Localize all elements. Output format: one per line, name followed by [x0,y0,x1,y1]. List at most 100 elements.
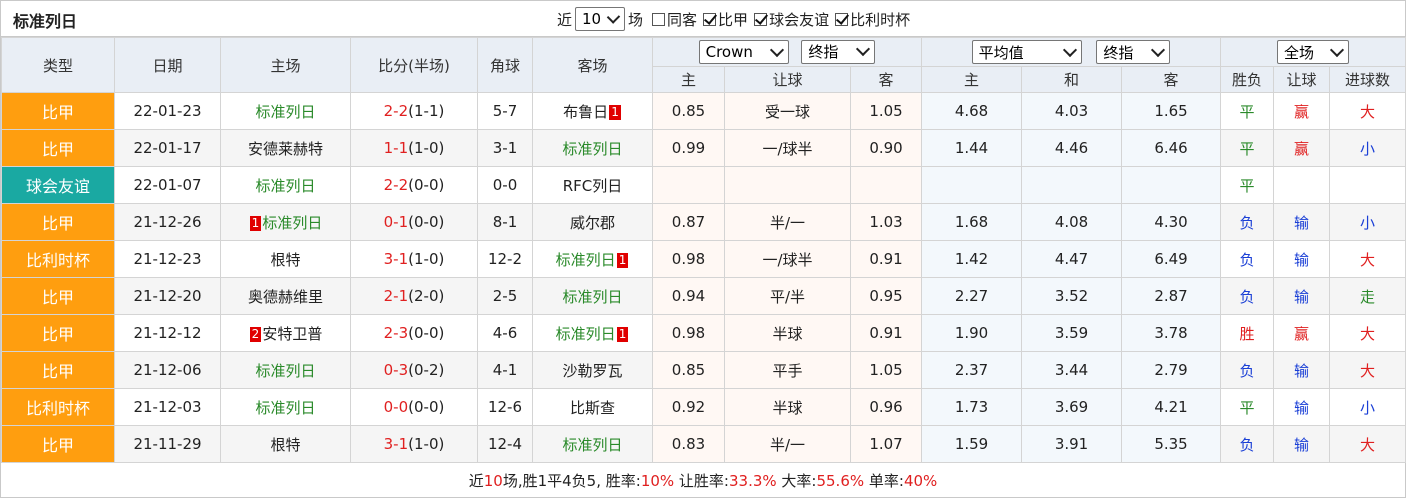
league-cell[interactable]: 比甲 [1,92,115,130]
score-link[interactable]: 2-2 [384,176,409,194]
result-wl-cell: 平 [1220,166,1275,204]
odds-away-cell: 0.91 [849,314,923,352]
avg-select[interactable]: 平均值 [971,40,1082,64]
odds-type-value: 终指 [808,43,839,62]
score-link[interactable]: 2-1 [384,287,409,305]
result-handicap-cell: 输 [1273,388,1331,426]
recent-matches-panel: 标准列日 近 10 场 同客 比甲 球会友谊 比利时杯 类型 日期 主场 比分(… [0,0,1406,498]
team-name[interactable]: RFC列日 [563,177,623,195]
odds-handicap-cell: 半球 [724,388,851,426]
avg-draw-cell: 4.47 [1021,240,1123,278]
league-cell[interactable]: 比利时杯 [1,388,115,426]
match-rows: 比甲 22-01-23 标准列日 2-2(1-1) 5-7 布鲁日 1 0.85 受一球 1.05… [1,92,1406,463]
team-name[interactable]: 威尔郡 [570,214,615,232]
league-cell[interactable]: 比甲 [1,129,115,167]
score-link[interactable]: 3-1 [384,435,409,453]
summary-text: 近 [468,472,484,490]
team-name[interactable]: 安德莱赫特 [248,140,323,158]
league-cell[interactable]: 比利时杯 [1,240,115,278]
result-wl-cell: 负 [1220,425,1275,463]
score-link[interactable]: 0-3 [384,361,409,379]
checkbox-same-venue[interactable]: 同客 [646,9,697,30]
league-cell[interactable]: 比甲 [1,314,115,352]
home-cell: 标准列日 [220,388,351,426]
match-count-select[interactable]: 10 [575,7,626,31]
score-cell: 0-3(0-2) [350,351,478,389]
panel-header: 标准列日 近 10 场 同客 比甲 球会友谊 比利时杯 [1,1,1405,37]
team-name[interactable]: 标准列日 [262,214,322,232]
team-name[interactable]: 沙勒罗瓦 [562,362,622,380]
odds-handicap-cell: 半/一 [724,203,851,241]
table-row: 比利时杯 21-12-23 根特 3-1(1-0) 12-2 标准列日 1 0.98 一/球半 0… [1,240,1406,278]
team-name[interactable]: 安特卫普 [262,325,322,343]
result-header: 全场 [1220,37,1406,67]
checkbox-league-pro[interactable]: 比甲 [697,9,748,30]
team-name[interactable]: 标准列日 [255,177,315,195]
checkbox-checked-icon [835,12,849,26]
corner-cell: 8-1 [477,203,533,241]
home-cell: 2 安特卫普 [220,314,351,352]
checkbox-club-friendly[interactable]: 球会友谊 [748,9,829,30]
sub-avg-home: 主 [921,66,1023,93]
team-name[interactable]: 布鲁日 [563,103,608,121]
league-cell[interactable]: 比甲 [1,277,115,315]
odds-home-cell: 0.83 [652,425,725,463]
odds-company-select[interactable]: Crown [698,40,789,65]
score-link[interactable]: 3-1 [384,250,409,268]
team-name[interactable]: 根特 [270,251,300,269]
half-score: (0-0) [408,324,445,342]
team-name[interactable]: 标准列日 [255,399,315,417]
summary-text: 场,胜1平4负5, 胜率: [502,472,641,490]
date-cell: 21-12-23 [114,240,221,278]
date-cell: 21-12-12 [114,314,221,352]
team-name[interactable]: 标准列日 [562,436,622,454]
home-cell: 标准列日 [220,351,351,389]
col-away: 客场 [532,37,653,93]
avg-away-cell: 6.46 [1121,129,1222,167]
half-score: (1-0) [408,250,445,268]
away-cell: 比斯查 [532,388,653,426]
team-name[interactable]: 标准列日 [255,103,315,121]
corner-cell: 12-6 [477,388,533,426]
team-name[interactable]: 根特 [270,436,300,454]
avg-type-select[interactable]: 终指 [1096,40,1171,64]
score-cell: 3-1(1-0) [350,240,478,278]
team-name[interactable]: 标准列日 [255,362,315,380]
team-name[interactable]: 标准列日 [556,251,616,269]
result-wl-cell: 平 [1220,388,1275,426]
result-handicap-cell: 赢 [1273,92,1331,130]
checkbox-label: 同客 [667,10,698,29]
table-row: 比甲 21-12-20 奥德赫维里 2-1(2-0) 2-5 标准列日 0.94 平/半 0.9… [1,277,1406,315]
league-cell[interactable]: 比甲 [1,425,115,463]
score-link[interactable]: 0-1 [384,213,409,231]
league-cell[interactable]: 球会友谊 [1,166,115,204]
avg-away-cell: 2.79 [1121,351,1222,389]
odds-home-cell: 0.87 [652,203,725,241]
corner-cell: 2-5 [477,277,533,315]
corner-cell: 4-1 [477,351,533,389]
checkbox-belgian-cup[interactable]: 比利时杯 [829,9,910,30]
score-link[interactable]: 1-1 [384,139,409,157]
league-cell[interactable]: 比甲 [1,351,115,389]
score-link[interactable]: 2-3 [384,324,409,342]
match-table: 类型 日期 主场 比分(半场) 角球 客场 Crown 终指 平均值 终指 全场… [1,37,1406,463]
odds-away-cell: 1.05 [849,351,923,389]
score-link[interactable]: 0-0 [384,398,409,416]
team-name[interactable]: 标准列日 [562,288,622,306]
rank-badge: 1 [616,326,629,342]
away-cell: 布鲁日 1 [532,92,653,130]
scope-select[interactable]: 全场 [1277,40,1350,64]
odds-home-cell: 0.85 [652,351,725,389]
team-name[interactable]: 标准列日 [562,140,622,158]
odds-type-select[interactable]: 终指 [801,39,876,64]
league-cell[interactable]: 比甲 [1,203,115,241]
team-name[interactable]: 奥德赫维里 [248,288,323,306]
result-goals-cell: 大 [1329,92,1406,130]
team-name[interactable]: 比斯查 [570,399,615,417]
team-name[interactable]: 标准列日 [556,325,616,343]
summary-text: 单率: [864,472,904,490]
avg-home-cell: 2.37 [921,351,1023,389]
score-link[interactable]: 2-2 [384,102,409,120]
result-goals-cell: 大 [1329,240,1406,278]
sub-avg-away: 客 [1121,66,1222,93]
